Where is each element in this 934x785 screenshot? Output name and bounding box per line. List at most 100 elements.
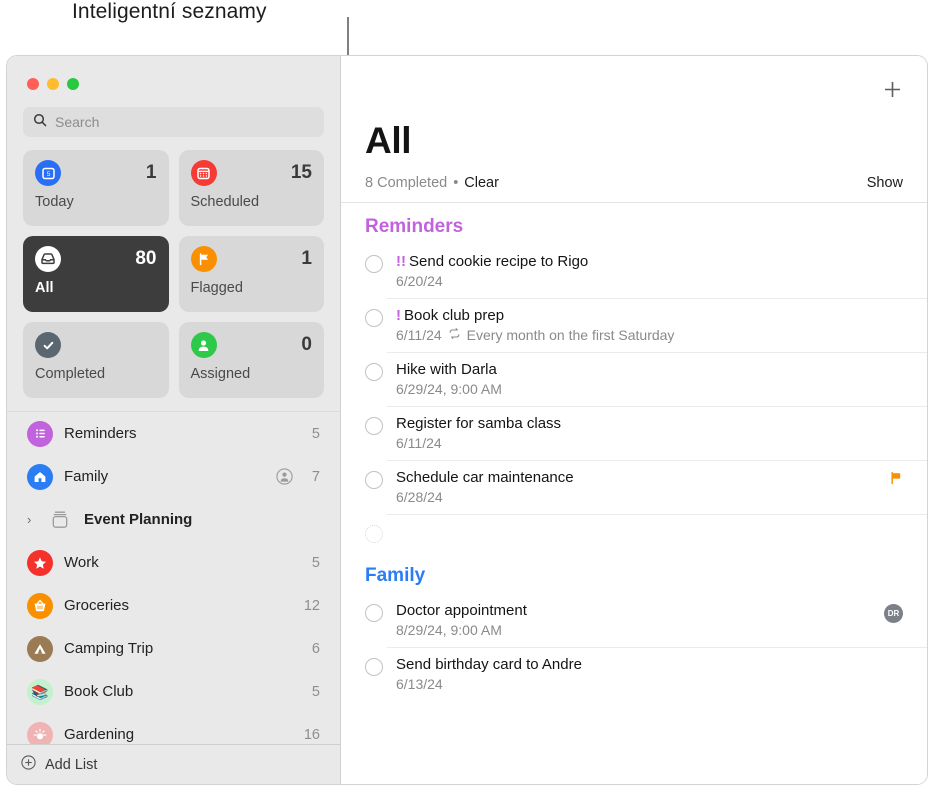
reminder-row[interactable]: Schedule car maintenance 6/28/24	[341, 460, 927, 514]
add-list-button[interactable]: Add List	[7, 744, 340, 784]
search-container: Search	[7, 90, 340, 137]
sidebar-item-count: 12	[304, 598, 320, 614]
window-controls	[7, 56, 340, 90]
window-minimize-button[interactable]	[47, 78, 59, 90]
sun-icon	[27, 722, 53, 745]
completed-count: 8 Completed	[365, 175, 447, 191]
smart-list-assigned[interactable]: 0Assigned	[179, 322, 325, 398]
basket-icon	[27, 593, 53, 619]
sidebar-item-count: 5	[312, 555, 320, 571]
reminder-title-text: Book club prep	[404, 307, 504, 324]
new-reminder-row[interactable]	[341, 514, 927, 552]
person-icon	[191, 332, 217, 358]
smart-list-label: Completed	[35, 366, 157, 382]
reminder-row[interactable]: Register for samba class 6/11/24	[341, 406, 927, 460]
tent-icon	[27, 636, 53, 662]
flag-icon	[889, 471, 903, 490]
books-icon: 📚	[27, 679, 53, 705]
smart-list-label: Scheduled	[191, 194, 313, 210]
reminder-trailing	[889, 469, 903, 490]
smart-list-count: 15	[291, 162, 312, 184]
reminder-body: Send birthday card to Andre6/13/24	[396, 656, 903, 692]
reminder-title: !Book club prep	[396, 307, 903, 324]
reminder-title: Hike with Darla	[396, 361, 903, 378]
smart-list-count: 80	[135, 248, 156, 270]
sidebar-item-label: Gardening	[64, 726, 293, 743]
callout-label: Inteligentní seznamy	[72, 0, 267, 24]
add-reminder-button[interactable]	[879, 76, 905, 102]
reminder-subtitle: 6/28/24	[396, 489, 876, 505]
sidebar-item-label: Event Planning	[84, 511, 309, 528]
window-zoom-button[interactable]	[67, 78, 79, 90]
reminder-title: !!Send cookie recipe to Rigo	[396, 253, 903, 270]
sidebar-item-count: 16	[304, 727, 320, 743]
smart-list-label: Flagged	[191, 280, 313, 296]
sidebar-item-count: 7	[312, 469, 320, 485]
bullet-list-icon	[27, 421, 53, 447]
reminder-complete-checkbox[interactable]	[365, 658, 383, 676]
sidebar-item-label: Reminders	[64, 425, 301, 442]
sidebar-item-camping-trip[interactable]: Camping Trip6	[7, 627, 340, 670]
reminder-title: Schedule car maintenance	[396, 469, 876, 486]
new-reminder-checkbox[interactable]	[365, 525, 383, 543]
reminder-date: 6/13/24	[396, 676, 443, 692]
smart-list-completed[interactable]: Completed	[23, 322, 169, 398]
flag-icon	[191, 246, 217, 272]
main-meta-bar: 8 Completed • Clear Show	[365, 175, 903, 202]
inbox-tray-icon	[35, 246, 61, 272]
reminder-subtitle: 6/29/24, 9:00 AM	[396, 381, 903, 397]
smart-list-today[interactable]: 51Today	[23, 150, 169, 226]
calendar-icon	[191, 160, 217, 186]
reminder-complete-checkbox[interactable]	[365, 604, 383, 622]
reminder-row[interactable]: Hike with Darla 6/29/24, 9:00 AM	[341, 352, 927, 406]
clear-button[interactable]: Clear	[464, 175, 499, 191]
reminder-row[interactable]: Doctor appointment8/29/24, 9:00 AMDR	[341, 593, 927, 647]
add-list-label: Add List	[45, 757, 97, 773]
main-panel: All 8 Completed • Clear Show Reminders!!…	[341, 56, 927, 784]
reminder-complete-checkbox[interactable]	[365, 309, 383, 327]
reminder-complete-checkbox[interactable]	[365, 363, 383, 381]
reminder-complete-checkbox[interactable]	[365, 471, 383, 489]
house-icon	[27, 464, 53, 490]
sidebar-item-label: Book Club	[64, 683, 301, 700]
sidebar-item-groceries[interactable]: Groceries12	[7, 584, 340, 627]
reminder-subtitle: 8/29/24, 9:00 AM	[396, 622, 871, 638]
smart-list-scheduled[interactable]: 15 Scheduled	[179, 150, 325, 226]
reminder-date: 6/11/24	[396, 327, 442, 343]
smart-list-all[interactable]: 80All	[23, 236, 169, 312]
reminder-body: Register for samba class 6/11/24	[396, 415, 903, 451]
window-close-button[interactable]	[27, 78, 39, 90]
sidebar-item-count: 5	[312, 684, 320, 700]
sidebar-item-work[interactable]: Work 5	[7, 541, 340, 584]
sidebar-item-book-club[interactable]: 📚 Book Club 5	[7, 670, 340, 713]
reminder-complete-checkbox[interactable]	[365, 255, 383, 273]
reminder-row[interactable]: !Book club prep6/11/24Every month on the…	[341, 298, 927, 352]
show-button[interactable]: Show	[867, 175, 903, 191]
chevron-right-icon[interactable]: ›	[27, 512, 39, 527]
search-input[interactable]: Search	[23, 107, 324, 137]
section-header: Family	[341, 552, 927, 593]
page-title: All	[365, 120, 903, 162]
sidebar-item-count: 5	[312, 426, 320, 442]
reminder-title-text: Hike with Darla	[396, 361, 497, 378]
section-header: Reminders	[341, 203, 927, 244]
reminder-subtitle: 6/20/24	[396, 273, 903, 289]
sidebar-item-event-planning[interactable]: › Event Planning	[7, 498, 340, 541]
reminder-title: Doctor appointment	[396, 602, 871, 619]
reminder-complete-checkbox[interactable]	[365, 417, 383, 435]
reminder-title-text: Register for samba class	[396, 415, 561, 432]
reminder-row[interactable]: Send birthday card to Andre6/13/24	[341, 647, 927, 701]
sidebar-item-family[interactable]: Family7	[7, 455, 340, 498]
star-icon	[27, 550, 53, 576]
smart-list-count: 0	[301, 334, 312, 356]
sidebar-lists: Reminders 5 Family7 › Event Planning Work 5 Gro…	[7, 411, 340, 744]
reminder-row[interactable]: !!Send cookie recipe to Rigo 6/20/24	[341, 244, 927, 298]
sidebar-item-label: Work	[64, 554, 301, 571]
reminder-body: Doctor appointment 8/29/24, 9:00 AM	[396, 602, 871, 638]
reminder-title-text: Send cookie recipe to Rigo	[409, 253, 588, 270]
sidebar-item-reminders[interactable]: Reminders 5	[7, 412, 340, 455]
smart-list-count: 1	[146, 162, 157, 184]
smart-list-flagged[interactable]: 1Flagged	[179, 236, 325, 312]
sidebar-item-gardening[interactable]: Gardening 16	[7, 713, 340, 744]
reminder-subtitle: 6/11/24	[396, 435, 903, 451]
